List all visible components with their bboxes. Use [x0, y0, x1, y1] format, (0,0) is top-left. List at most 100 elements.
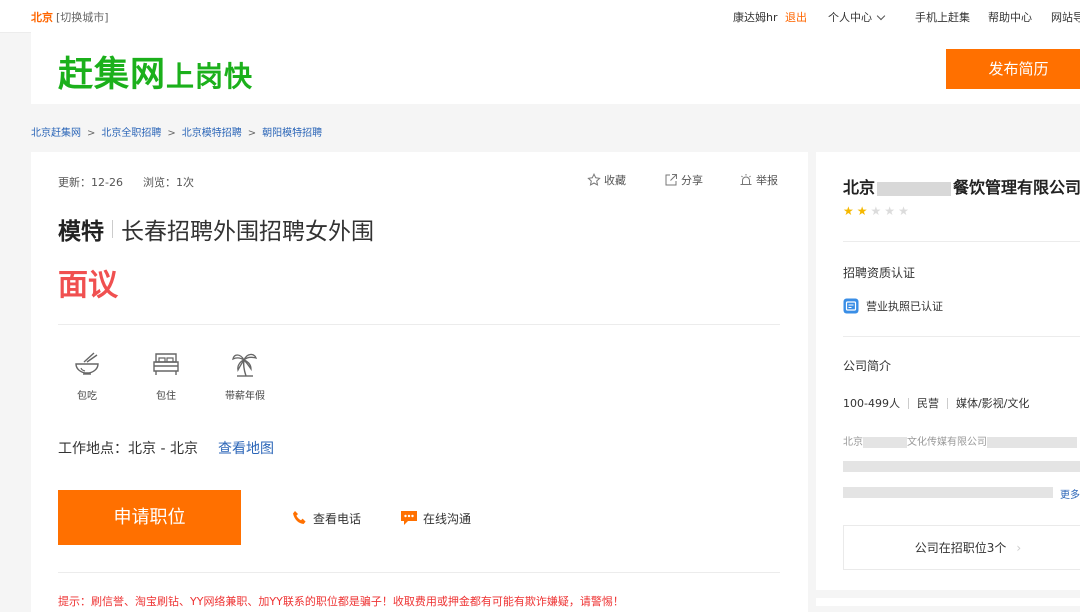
share-label: 分享 [681, 174, 703, 187]
personal-center-menu[interactable]: 个人中心 [828, 9, 886, 25]
star-filled-icon: ★ [843, 204, 857, 218]
star-outline-icon [587, 173, 601, 186]
license-verified: 营业执照已认证 [843, 298, 943, 314]
collect-label: 收藏 [604, 174, 626, 187]
breadcrumb: 北京赶集网 > 北京全职招聘 > 北京模特招聘 > 朝阳模特招聘 [31, 124, 322, 139]
job-title: 模特 长春招聘外围招聘女外围 [58, 212, 374, 246]
breadcrumb-separator: > [247, 128, 257, 139]
company-name-prefix: 北京 [843, 178, 876, 197]
salary: 面议 [58, 268, 118, 303]
title-divider [112, 220, 113, 238]
star-filled-icon: ★ [856, 204, 871, 218]
share-button[interactable]: 分享 [664, 172, 703, 188]
divider [58, 572, 780, 573]
breadcrumb-item[interactable]: 北京模特招聘 [182, 128, 242, 139]
company-card: 北京 餐饮管理有限公司 ★★★★★ 招聘资质认证 营业执照已认证 公司简介 100… [816, 152, 1080, 590]
tag-divider [946, 397, 948, 409]
bed-icon [153, 353, 179, 375]
site-logo[interactable]: 赶集网上岗快 [58, 46, 253, 97]
company-jobs-button[interactable]: 公司在招职位3个 › [843, 525, 1080, 570]
company-tags: 100-499人 民营 媒体/影视/文化 [843, 395, 1029, 411]
report-label: 举报 [756, 174, 778, 187]
online-chat-label: 在线沟通 [423, 511, 472, 526]
company-description: 北京 文化传媒有限公司 [843, 433, 1077, 448]
fraud-warning: 提示：刷信誉、淘宝刷钻、YY网络兼职、加YY联系的职位都是骗子！收取费用或押金都… [58, 595, 624, 608]
view-phone-button[interactable]: 查看电话 [291, 509, 361, 527]
breadcrumb-separator: > [167, 128, 176, 139]
license-badge-icon [843, 298, 859, 314]
view-count: 浏览：1次 [142, 176, 194, 189]
view-phone-label: 查看电话 [313, 511, 362, 526]
redacted-text [843, 487, 1053, 498]
benefit-label: 包住 [156, 391, 176, 402]
online-chat-button[interactable]: 在线沟通 [399, 509, 471, 527]
site-nav-link[interactable]: 网站导 [1051, 9, 1080, 25]
license-label: 营业执照已认证 [866, 300, 943, 313]
view-map-link[interactable]: 查看地图 [218, 441, 274, 457]
job-detail-card: 更新：12-26 浏览：1次 收藏 分享 举报 模特 长春招聘外围招聘女外围 面议… [31, 152, 808, 612]
breadcrumb-item[interactable]: 北京赶集网 [31, 128, 81, 139]
company-rating: ★★★★★ [843, 204, 912, 218]
site-header: 赶集网上岗快 发布简历 [31, 32, 1080, 104]
redacted-text [863, 436, 907, 448]
logo-main-text: 赶集网 [58, 55, 167, 95]
star-empty-icon: ★ [884, 204, 899, 218]
company-size: 100-499人 [843, 397, 900, 410]
chat-bubble-icon [401, 511, 417, 525]
publish-resume-button[interactable]: 发布简历 [946, 49, 1080, 89]
company-jobs-label: 公司在招职位3个 [914, 541, 1007, 555]
username[interactable]: 康达姆hr [733, 9, 778, 25]
share-icon [665, 174, 677, 186]
breadcrumb-separator: > [87, 128, 96, 139]
company-industry: 媒体/影视/文化 [955, 397, 1030, 410]
mobile-link[interactable]: 手机上赶集 [915, 9, 970, 25]
chevron-right-icon: › [1016, 541, 1022, 555]
redacted-text [877, 181, 952, 196]
chevron-down-icon [876, 11, 886, 21]
personal-center-label: 个人中心 [828, 11, 872, 24]
top-bar: 北京 [切换城市] 康达姆hr 退出 个人中心 手机上赶集 帮助中心 网站导 [0, 0, 1080, 33]
star-empty-icon: ★ [898, 204, 912, 218]
job-title-text: 长春招聘外围招聘女外围 [121, 219, 374, 245]
intro-section-title: 公司简介 [843, 359, 892, 373]
collect-button[interactable]: 收藏 [587, 172, 626, 188]
breadcrumb-item[interactable]: 朝阳模特招聘 [262, 128, 322, 139]
logo-sub-text: 上岗快 [166, 60, 254, 93]
apply-job-button[interactable]: 申请职位 [58, 490, 241, 545]
cert-section-title: 招聘资质认证 [843, 266, 916, 280]
switch-city-link[interactable]: [切换城市] [56, 9, 109, 25]
breadcrumb-item[interactable]: 北京全职招聘 [101, 128, 161, 139]
location-text: 工作地点：北京 - 北京 [58, 441, 198, 457]
bowl-icon [75, 352, 99, 375]
company-type: 民营 [916, 397, 939, 410]
phone-icon [293, 511, 306, 524]
benefit-label: 包吃 [77, 391, 97, 402]
benefit-item: 带薪年假 [215, 350, 275, 402]
tag-divider [907, 397, 909, 409]
benefit-item: 包吃 [57, 350, 117, 402]
description-middle: 文化传媒有限公司 [907, 437, 987, 448]
work-location: 工作地点：北京 - 北京 查看地图 [58, 438, 274, 458]
help-center-link[interactable]: 帮助中心 [988, 9, 1032, 25]
next-card [816, 598, 1080, 606]
job-category: 模特 [58, 219, 104, 245]
company-name[interactable]: 北京 餐饮管理有限公司 [843, 174, 1080, 198]
description-prefix: 北京 [843, 437, 863, 448]
palm-tree-icon [232, 353, 258, 377]
star-empty-icon: ★ [870, 204, 885, 218]
divider [58, 324, 780, 325]
redacted-text [843, 461, 1080, 472]
company-name-suffix: 餐饮管理有限公司 [953, 178, 1080, 197]
update-time: 更新：12-26 [58, 176, 123, 189]
alarm-icon [740, 174, 752, 185]
redacted-text [987, 436, 1077, 448]
benefit-label: 带薪年假 [225, 391, 265, 402]
more-description-link[interactable]: 更多 [1060, 486, 1080, 501]
current-city[interactable]: 北京 [31, 9, 53, 25]
divider [843, 241, 1080, 242]
report-button[interactable]: 举报 [739, 172, 778, 188]
benefit-item: 包住 [136, 350, 196, 402]
logout-link[interactable]: 退出 [785, 9, 807, 25]
job-meta: 更新：12-26 浏览：1次 [58, 174, 194, 190]
divider [843, 336, 1080, 337]
